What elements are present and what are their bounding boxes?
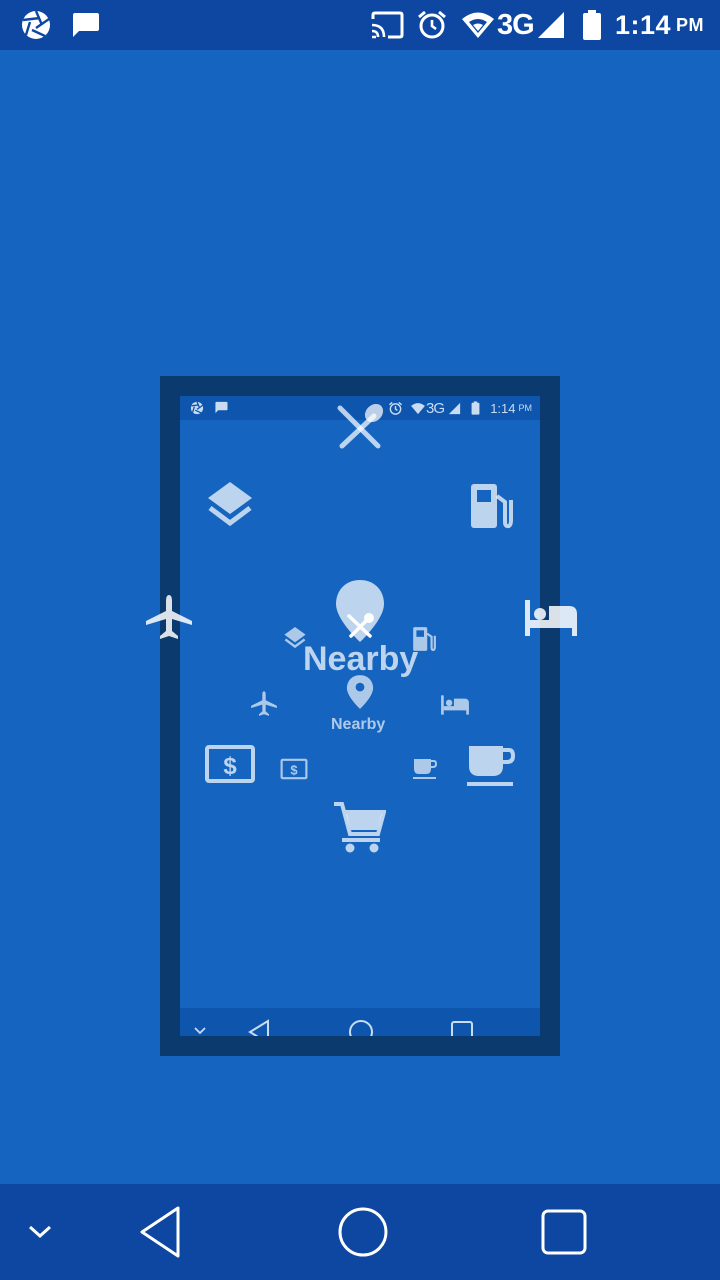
layers-icon <box>208 482 252 527</box>
atm-dollar-icon: $ <box>280 758 308 780</box>
aperture-icon <box>20 0 52 50</box>
home-icon <box>349 1020 373 1036</box>
app-preview-card[interactable]: 3G 1:14 PM Nearby Nearby $ $ <box>146 376 577 1056</box>
mini-network-type: 3G <box>426 399 445 417</box>
airplane-icon <box>146 595 192 639</box>
gas-station-icon <box>413 627 436 652</box>
cast-icon <box>370 0 404 50</box>
clock-ampm: PM <box>676 14 704 35</box>
gas-station-icon <box>471 484 513 529</box>
recents-button[interactable] <box>534 1184 594 1280</box>
back-button[interactable] <box>130 1184 190 1280</box>
svg-text:$: $ <box>223 753 237 780</box>
alarm-icon <box>416 0 448 50</box>
nearby-title-small: Nearby <box>331 716 386 733</box>
navigation-bar <box>0 1184 720 1280</box>
home-button[interactable] <box>332 1184 394 1280</box>
chat-icon <box>215 401 228 414</box>
wifi-icon <box>460 0 496 50</box>
coffee-cup-icon <box>467 746 516 786</box>
location-pin-icon <box>336 580 384 642</box>
mini-clock: 1:14 PM <box>490 396 532 420</box>
battery-icon <box>582 0 602 50</box>
chevron-down-icon <box>194 1027 206 1035</box>
svg-text:$: $ <box>290 762 297 777</box>
hide-nav-button[interactable] <box>16 1184 64 1280</box>
alarm-icon <box>388 401 403 415</box>
clock-time: 1:14 <box>614 9 671 40</box>
app-preview-screen[interactable]: 3G 1:14 PM Nearby Nearby $ $ <box>180 396 540 1036</box>
signal-icon <box>536 0 566 50</box>
recents-icon <box>541 1209 587 1255</box>
hotel-bed-icon <box>525 600 577 636</box>
recents-icon <box>451 1021 473 1036</box>
atm-dollar-icon: $ <box>205 745 255 783</box>
airplane-icon <box>251 691 277 716</box>
wifi-icon <box>411 403 425 415</box>
chevron-down-icon <box>28 1225 52 1239</box>
clock: 1:14 PM <box>615 0 704 50</box>
coffee-cup-icon <box>413 759 438 779</box>
back-icon <box>248 1019 269 1036</box>
chat-icon <box>70 0 100 50</box>
signal-icon <box>448 402 461 415</box>
restaurant-icon <box>337 403 384 449</box>
mini-navigation-bar <box>180 1008 540 1036</box>
aperture-icon <box>190 401 204 415</box>
home-icon <box>338 1207 388 1257</box>
shopping-cart-icon <box>334 802 386 853</box>
mini-clock-ampm: PM <box>518 403 533 413</box>
mini-clock-time: 1:14 <box>490 400 516 416</box>
location-pin-icon <box>346 675 374 709</box>
hotel-bed-icon <box>441 695 469 715</box>
back-icon <box>140 1206 180 1258</box>
network-type: 3G <box>497 8 535 41</box>
status-bar: 3G 1:14 PM <box>0 0 720 50</box>
battery-icon <box>471 401 480 415</box>
